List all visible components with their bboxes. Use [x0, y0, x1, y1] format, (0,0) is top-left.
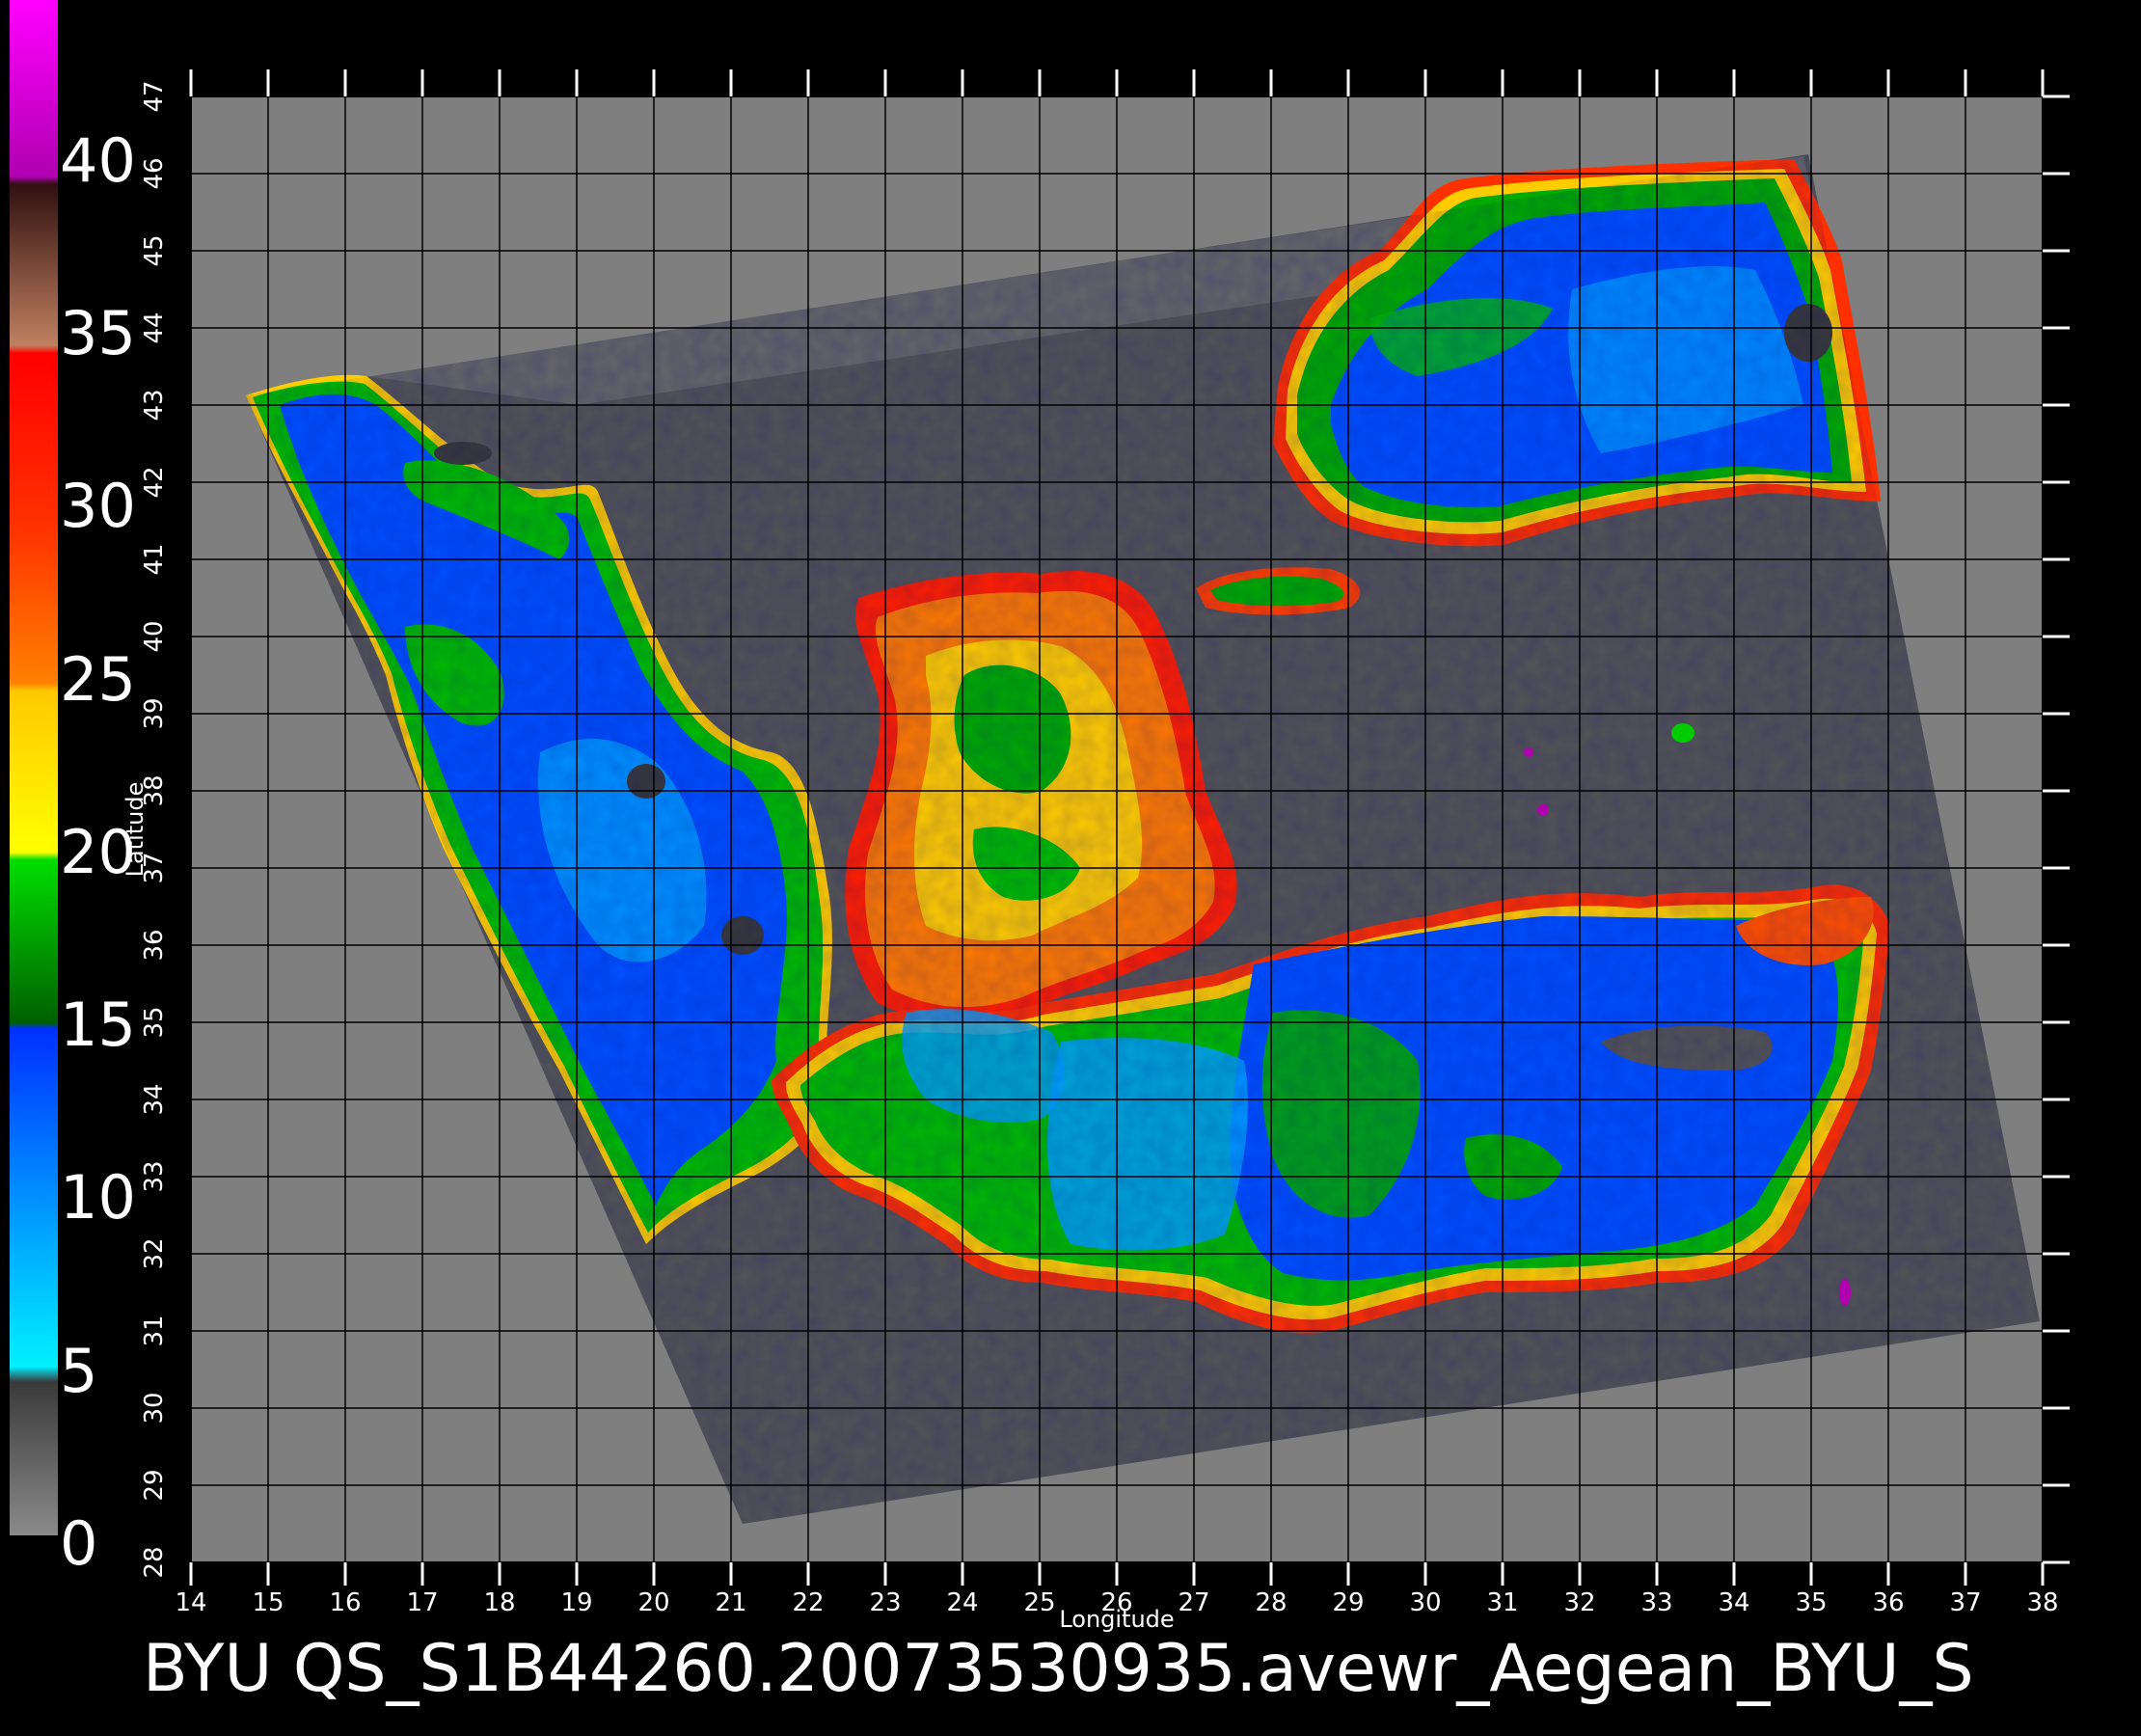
x-tick-label: 38	[2026, 1588, 2058, 1617]
colorbar-label-40: 40	[60, 125, 136, 196]
x-tick-label: 28	[1255, 1588, 1287, 1617]
y-tick-label: 41	[140, 543, 169, 575]
x-tick-label: 33	[1640, 1588, 1672, 1617]
x-tick-label: 19	[560, 1588, 592, 1617]
x-tick-label: 15	[252, 1588, 284, 1617]
x-tick-label: 30	[1409, 1588, 1441, 1617]
x-tick-label: 34	[1718, 1588, 1749, 1617]
x-tick-label: 18	[483, 1588, 515, 1617]
colorbar-gradient	[10, 0, 58, 1535]
y-tick-label: 29	[140, 1469, 169, 1501]
wind-map-figure: 0 5 10 15 20 25 30 35 40 14 15 16 17 18 …	[10, 0, 2070, 1707]
colorbar-label-35: 35	[60, 298, 136, 368]
y-tick-label: 46	[140, 157, 169, 189]
x-tick-label: 16	[329, 1588, 361, 1617]
colorbar: 0 5 10 15 20 25 30 35 40	[10, 0, 136, 1579]
y-tick-label: 45	[140, 234, 169, 266]
x-tick-label: 17	[406, 1588, 438, 1617]
y-tick-label: 43	[140, 389, 169, 420]
y-tick-label: 40	[140, 620, 169, 652]
y-tick-label: 44	[140, 312, 169, 343]
y-tick-label: 30	[140, 1392, 169, 1424]
y-tick-label: 31	[140, 1315, 169, 1346]
figure-title: BYU QS_S1B44260.20073530935.avewr_Aegean…	[143, 1631, 1974, 1707]
x-tick-label: 25	[1023, 1588, 1055, 1617]
y-tick-label: 39	[140, 697, 169, 729]
colorbar-label-15: 15	[60, 990, 136, 1060]
y-tick-label: 36	[140, 929, 169, 961]
colorbar-label-25: 25	[60, 644, 136, 715]
y-tick-label: 33	[140, 1160, 169, 1192]
y-tick-label: 28	[140, 1546, 169, 1578]
x-tick-label: 22	[792, 1588, 824, 1617]
y-tick-label: 42	[140, 466, 169, 498]
colorbar-label-30: 30	[60, 471, 136, 541]
x-tick-label: 24	[946, 1588, 978, 1617]
x-tick-label: 21	[715, 1588, 746, 1617]
y-axis-label: Latitude	[122, 782, 149, 878]
x-tick-label: 32	[1563, 1588, 1595, 1617]
map-plot	[189, 69, 2070, 1586]
colorbar-label-0: 0	[60, 1508, 97, 1579]
x-tick-label: 37	[1949, 1588, 1981, 1617]
x-tick-label: 29	[1332, 1588, 1364, 1617]
colorbar-label-10: 10	[60, 1162, 136, 1233]
x-axis-label: Longitude	[1059, 1606, 1174, 1633]
y-tick-label: 34	[140, 1083, 169, 1115]
x-tick-label: 23	[869, 1588, 901, 1617]
y-tick-label: 47	[140, 80, 169, 112]
x-tick-label: 14	[175, 1588, 206, 1617]
x-tick-label: 20	[637, 1588, 669, 1617]
x-tick-label: 27	[1178, 1588, 1209, 1617]
y-tick-label: 35	[140, 1006, 169, 1038]
x-tick-label: 31	[1486, 1588, 1518, 1617]
y-tick-label: 32	[140, 1237, 169, 1269]
x-tick-label: 35	[1795, 1588, 1827, 1617]
colorbar-label-5: 5	[60, 1336, 97, 1406]
x-tick-label: 36	[1872, 1588, 1904, 1617]
